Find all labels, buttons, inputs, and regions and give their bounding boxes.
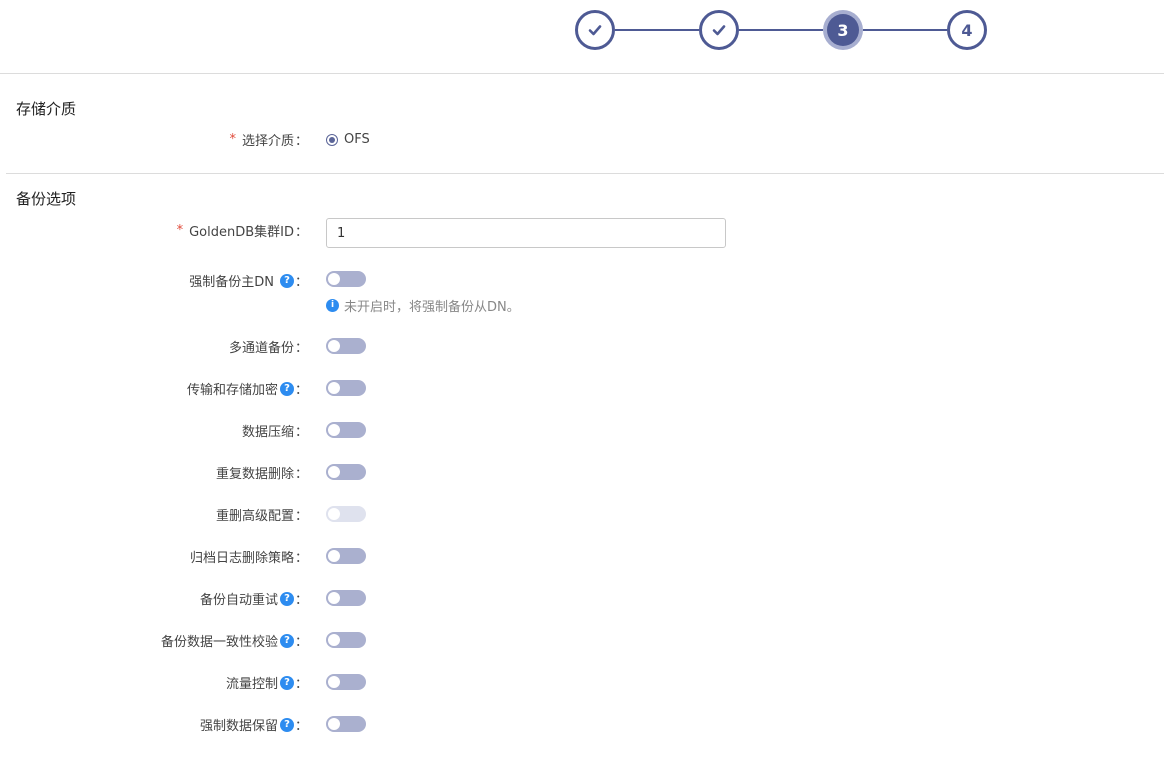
step-connector xyxy=(615,29,699,31)
info-icon: i xyxy=(326,299,339,312)
step-number: 4 xyxy=(961,20,973,40)
force-primary-toggle[interactable] xyxy=(326,271,366,287)
section-title-backup: 备份选项 xyxy=(16,190,77,208)
option-toggle[interactable] xyxy=(326,632,366,648)
divider xyxy=(0,73,1164,74)
option-toggle[interactable] xyxy=(326,674,366,690)
option-toggle xyxy=(326,506,366,522)
step-number: 3 xyxy=(827,14,859,46)
medium-radio-ofs[interactable]: OFS xyxy=(326,132,370,147)
help-icon[interactable]: ? xyxy=(279,591,294,606)
option-label: 传输和存储加密?： xyxy=(186,381,308,398)
step-2-completed[interactable] xyxy=(699,10,739,50)
divider xyxy=(6,173,1164,174)
option-label: 多通道备份： xyxy=(228,341,308,356)
option-toggle[interactable] xyxy=(326,548,366,564)
force-primary-hint: i 未开启时，将强制备份从DN。 xyxy=(326,296,520,315)
wizard-stepper: 3 4 xyxy=(575,10,987,50)
option-toggle[interactable] xyxy=(326,590,366,606)
force-primary-label: 强制备份主DN ? ： xyxy=(189,273,308,290)
step-3-current[interactable]: 3 xyxy=(823,10,863,50)
required-mark: * xyxy=(229,132,236,147)
check-icon xyxy=(588,25,602,36)
option-label: 归档日志删除策略： xyxy=(189,551,308,566)
option-toggle[interactable] xyxy=(326,380,366,396)
step-connector xyxy=(863,29,947,31)
help-icon[interactable]: ? xyxy=(279,381,294,396)
option-toggle[interactable] xyxy=(326,464,366,480)
option-label: 备份数据一致性校验?： xyxy=(160,633,308,650)
cluster-id-input[interactable] xyxy=(326,218,726,248)
help-icon[interactable]: ? xyxy=(279,675,294,690)
cluster-id-label: * GoldenDB集群ID ： xyxy=(176,223,308,240)
step-1-completed[interactable] xyxy=(575,10,615,50)
option-label: 流量控制?： xyxy=(225,675,308,692)
help-icon[interactable]: ? xyxy=(279,633,294,648)
option-label: 备份自动重试?： xyxy=(199,591,308,608)
option-label: 数据压缩： xyxy=(241,425,308,440)
option-label: 强制数据保留?： xyxy=(199,717,308,734)
radio-selected-icon[interactable] xyxy=(326,133,338,146)
option-toggle[interactable] xyxy=(326,338,366,354)
option-label: 重删高级配置： xyxy=(215,509,308,524)
help-icon[interactable]: ? xyxy=(279,717,294,732)
option-label: 重复数据删除： xyxy=(215,467,308,482)
step-connector xyxy=(739,29,823,31)
option-toggle[interactable] xyxy=(326,716,366,732)
section-title-storage: 存储介质 xyxy=(16,100,77,118)
medium-label: * 选择介质 ： xyxy=(229,132,308,149)
help-icon[interactable]: ? xyxy=(279,273,294,288)
step-4-pending[interactable]: 4 xyxy=(947,10,987,50)
required-mark: * xyxy=(176,223,184,238)
option-toggle[interactable] xyxy=(326,422,366,438)
check-icon xyxy=(712,25,726,36)
